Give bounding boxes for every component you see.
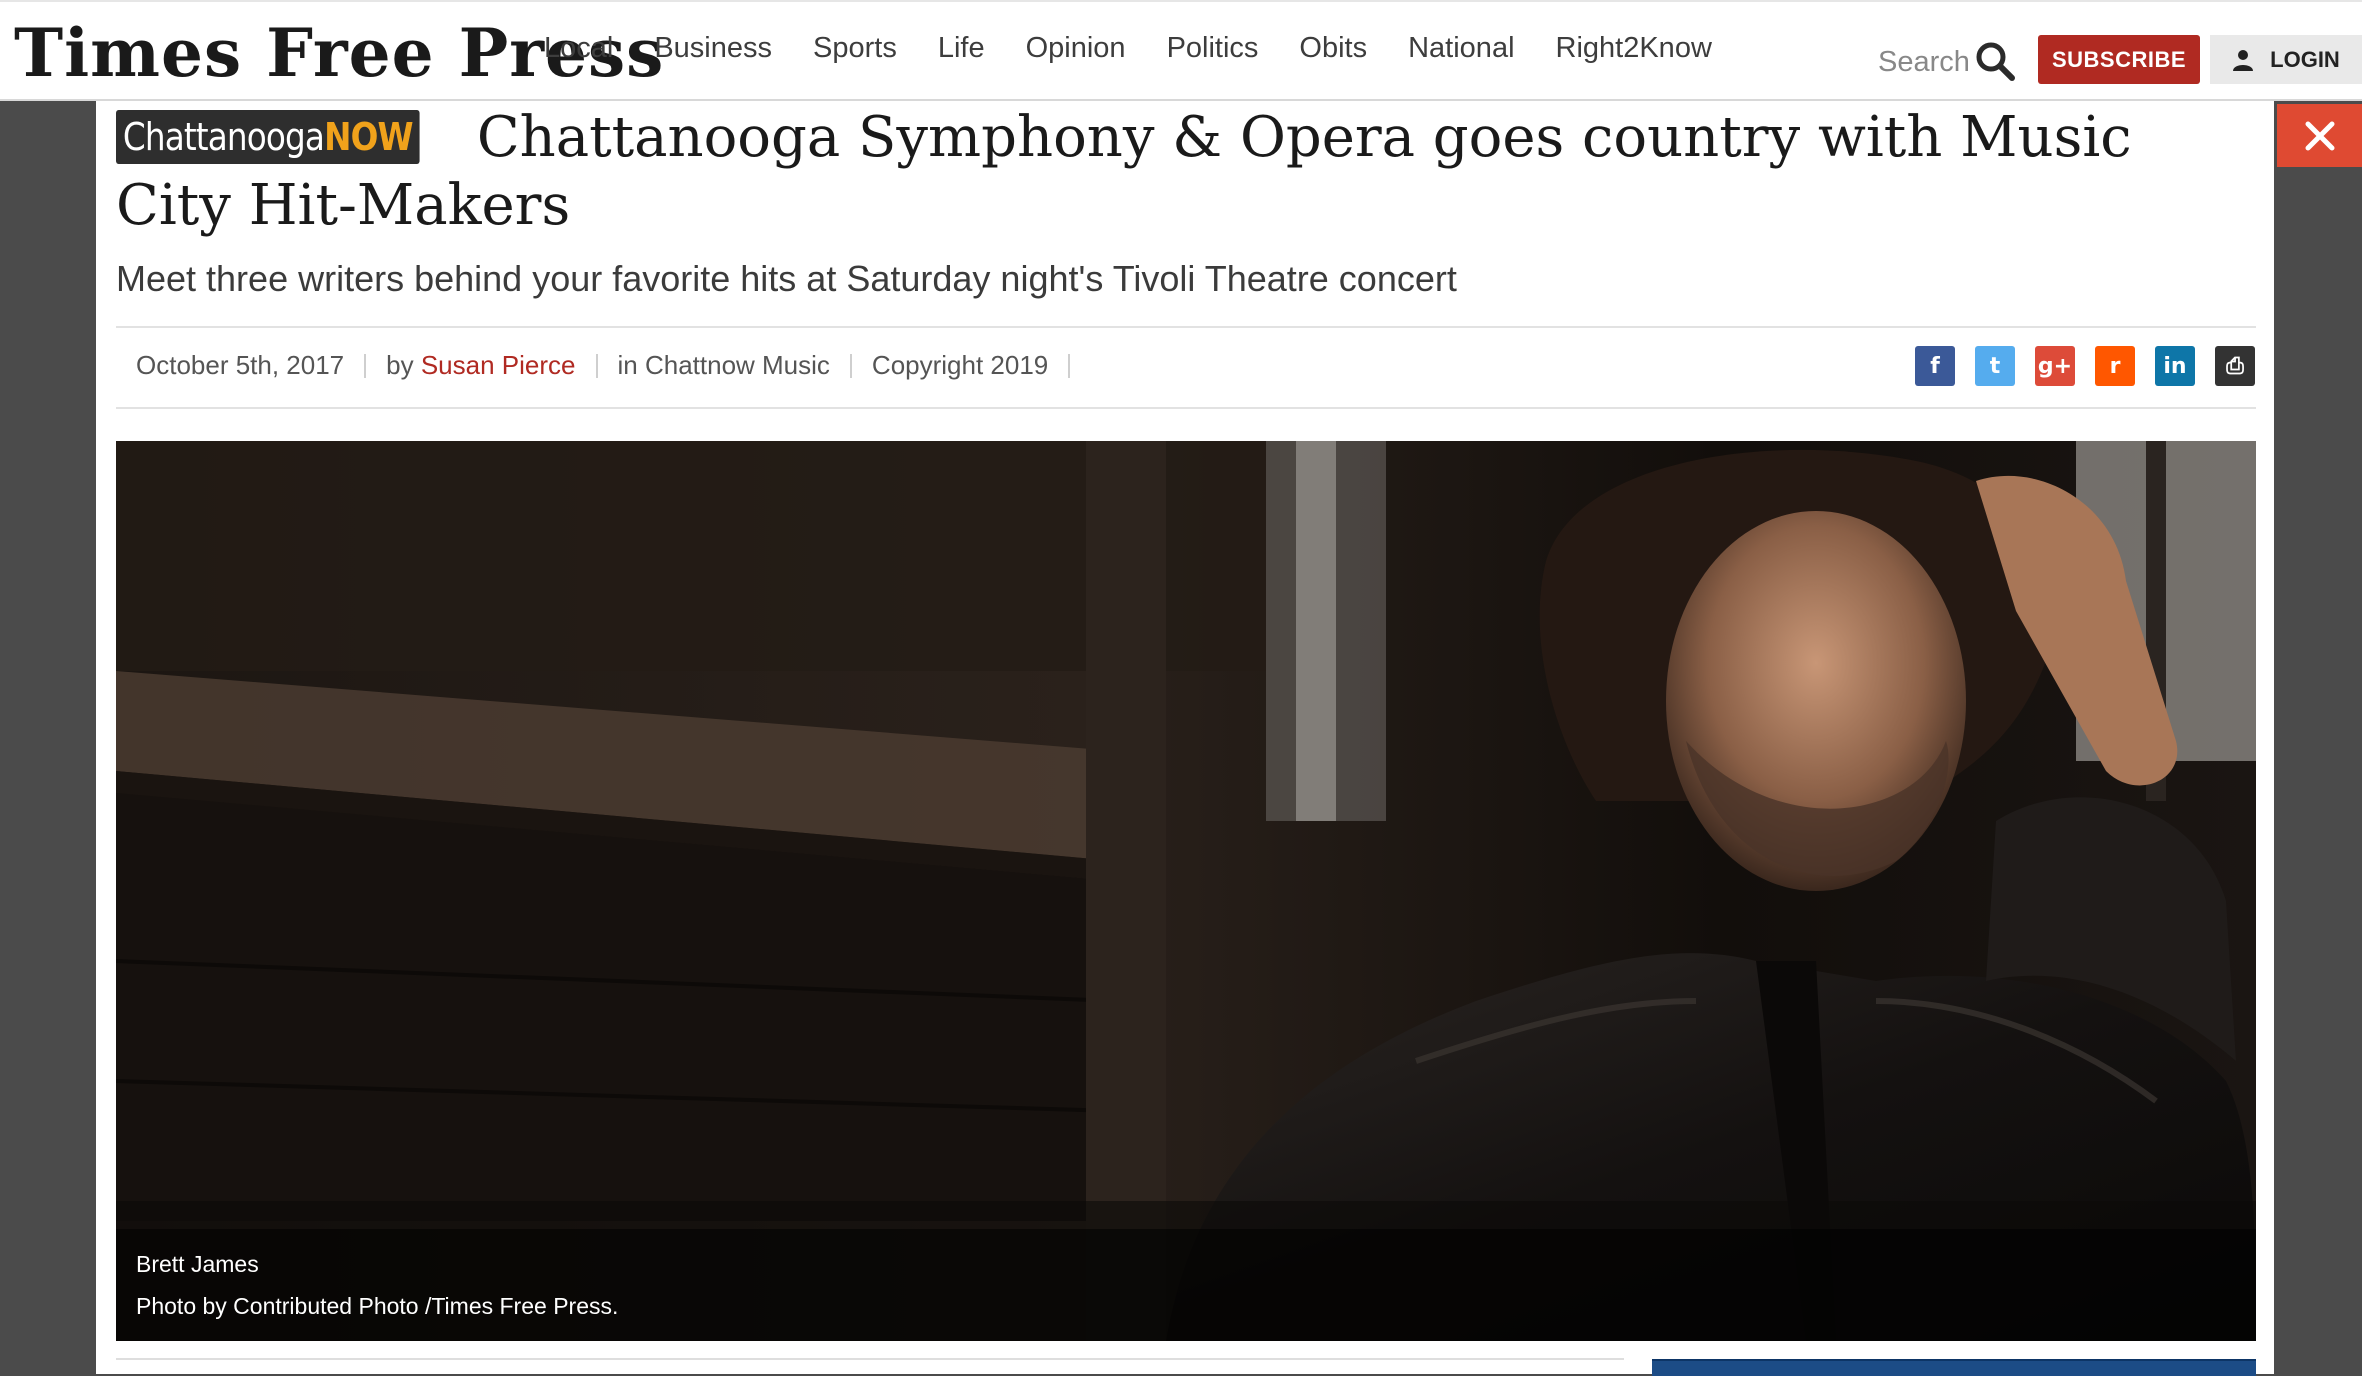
login-label: LOGIN [2270,46,2340,72]
article-meta: October 5th, 2017 by Susan Pierce in Cha… [136,350,1090,381]
article-subtitle: Meet three writers behind your favorite … [116,258,1457,299]
subscribe-button[interactable]: SUBSCRIBE [2038,35,2200,84]
facebook-share-icon[interactable]: f [1915,346,1955,386]
close-button[interactable] [2277,104,2362,167]
article-date: October 5th, 2017 [136,350,345,380]
nav-item-right2know[interactable]: Right2Know [1556,32,1712,65]
meta-separator [364,353,367,378]
close-icon [2305,121,2334,150]
nav-item-sports[interactable]: Sports [813,32,897,65]
nav-item-national[interactable]: National [1408,32,1514,65]
article-section[interactable]: in Chattnow Music [618,350,830,381]
meta-separator [1068,353,1071,378]
nav-item-local[interactable]: Local [544,32,613,65]
meta-separator [595,353,598,378]
login-button[interactable]: LOGIN [2210,35,2362,84]
search-label[interactable]: Search [1878,46,1970,79]
print-icon[interactable]: ⎙ [2215,346,2255,386]
caption-subject: Brett James [136,1251,259,1277]
sidebar-widget-top [1652,1359,2256,1376]
hero-photo: Brett James Photo by Contributed Photo /… [116,441,2256,1341]
meta-divider-bottom [116,407,2256,409]
photo-caption: Brett James Photo by Contributed Photo /… [116,1229,2256,1341]
article-headline: ChattanoogaNOW Chattanooga Symphony & Op… [116,104,2216,240]
chattanoogan-now-badge[interactable]: ChattanoogaNOW [116,110,420,164]
hero-photo-illustration [116,441,2256,1341]
meta-divider-top [116,326,2256,328]
nav-item-politics[interactable]: Politics [1167,32,1259,65]
twitter-share-icon[interactable]: t [1975,346,2015,386]
author-link[interactable]: Susan Pierce [421,350,576,381]
article-copyright: Copyright 2019 [871,350,1049,380]
byline-prefix: by [386,350,414,380]
caption-credit: Photo by Contributed Photo /Times Free P… [136,1293,619,1319]
linkedin-share-icon[interactable]: in [2155,346,2195,386]
search-icon[interactable] [1974,40,2016,82]
meta-separator [849,353,852,378]
nav-item-life[interactable]: Life [938,32,985,65]
nav-item-obits[interactable]: Obits [1299,32,1367,65]
user-icon [2233,49,2254,71]
top-navigation-bar: Times Free Press Local Business Sports L… [0,0,2362,101]
badge-main-text: Chattanooga [122,115,325,159]
badge-accent-text: NOW [324,115,413,159]
google-plus-share-icon[interactable]: g+ [2035,346,2075,386]
reddit-share-icon[interactable]: r [2095,346,2135,386]
nav-item-opinion[interactable]: Opinion [1026,32,1126,65]
content-divider [116,1358,1624,1360]
share-buttons: f t g+ r in ⎙ [1915,346,2255,386]
main-nav: Local Business Sports Life Opinion Polit… [544,32,1753,65]
nav-item-business[interactable]: Business [654,32,772,65]
